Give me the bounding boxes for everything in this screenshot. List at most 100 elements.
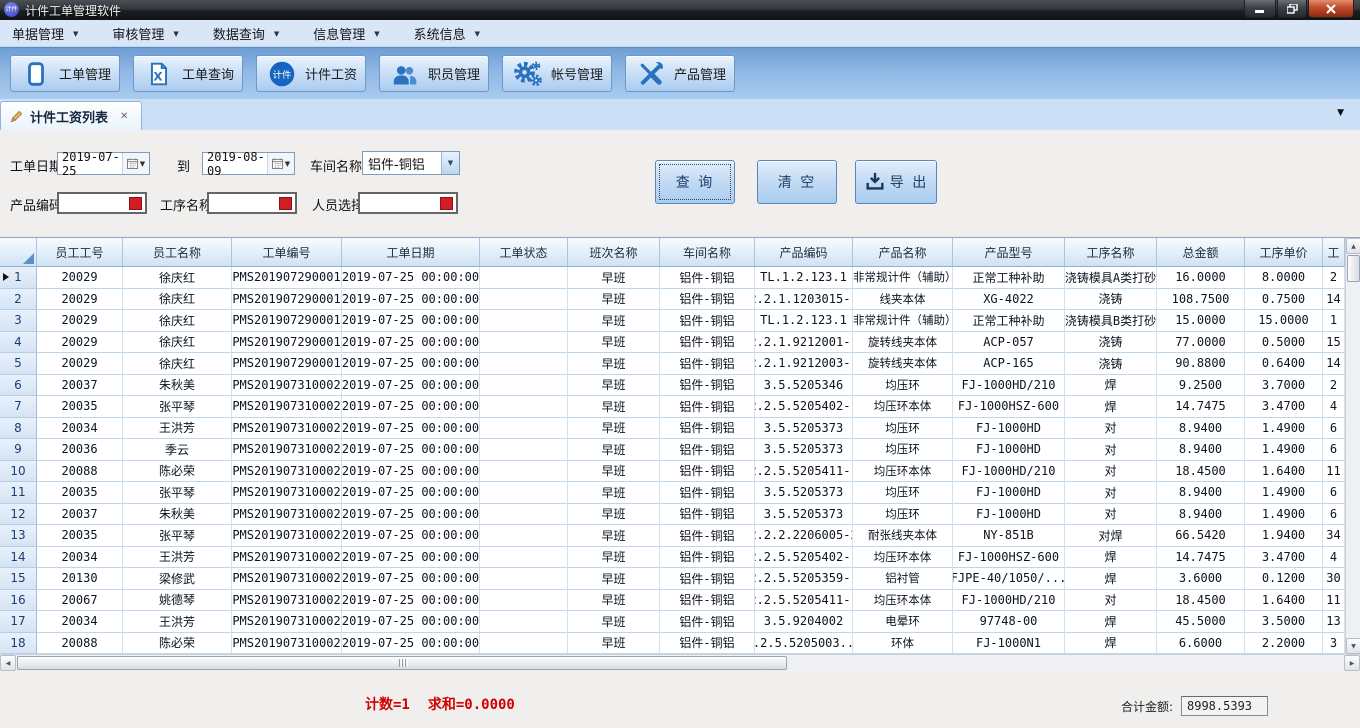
minimize-icon[interactable]	[1244, 0, 1276, 18]
calendar-icon[interactable]: ▼	[122, 153, 149, 174]
tab-piecework-wage-list[interactable]: 计件工资列表 ✕	[0, 101, 142, 130]
table-row[interactable]: 620037朱秋美PMS2019073100022019-07-25 00:00…	[0, 375, 1345, 397]
cell: 早班	[568, 568, 660, 590]
vertical-scrollbar[interactable]: ▲ ▼	[1345, 238, 1360, 654]
column-header-13[interactable]: 工序单价	[1245, 238, 1323, 267]
cell: 梁修武	[123, 568, 232, 590]
cell: 铝件-铜铝	[660, 461, 755, 483]
table-row[interactable]: 820034王洪芳PMS2019073100022019-07-25 00:00…	[0, 418, 1345, 440]
date-from-input[interactable]: 2019-07-25 ▼	[57, 152, 150, 175]
tab-close-icon[interactable]: ✕	[120, 111, 128, 122]
scroll-up-icon[interactable]: ▲	[1346, 238, 1360, 254]
menu-item-4[interactable]: 信息管理▼	[309, 21, 383, 46]
workshop-select[interactable]: 铝件-铜铝 ▼	[362, 151, 460, 175]
menu-item-3[interactable]: 数据查询▼	[209, 21, 283, 46]
table-row[interactable]: 520029徐庆红PMS2019072900012019-07-25 00:00…	[0, 353, 1345, 375]
cell: 11	[1323, 590, 1345, 612]
cell: 对	[1065, 482, 1157, 504]
horizontal-scroll-thumb[interactable]	[17, 656, 787, 670]
table-row[interactable]: 120029徐庆红PMS2019072900012019-07-25 00:00…	[0, 267, 1345, 289]
column-header-11[interactable]: 工序名称	[1065, 238, 1157, 267]
table-row[interactable]: 220029徐庆红PMS2019072900012019-07-25 00:00…	[0, 289, 1345, 311]
lookup-red-button[interactable]	[440, 197, 453, 210]
column-header-8[interactable]: 产品编码	[755, 238, 853, 267]
table-row[interactable]: 720035张平琴PMS2019073100022019-07-25 00:00…	[0, 396, 1345, 418]
table-row[interactable]: 1020088陈必荣PMS2019073100022019-07-25 00:0…	[0, 461, 1345, 483]
toolbar-button-label: 工单管理	[59, 64, 111, 83]
column-header-5[interactable]: 工单状态	[480, 238, 568, 267]
table-row[interactable]: 1820088陈必荣PMS2019073100022019-07-25 00:0…	[0, 633, 1345, 655]
toolbar-button-label: 产品管理	[674, 64, 726, 83]
cell: FJ-1000HD	[953, 504, 1065, 526]
chevron-down-icon[interactable]: ▼	[441, 152, 459, 174]
cell	[480, 396, 568, 418]
table-row[interactable]: 1220037朱秋美PMS2019073100022019-07-25 00:0…	[0, 504, 1345, 526]
scroll-down-icon[interactable]: ▼	[1346, 638, 1360, 654]
column-header-3[interactable]: 工单编号	[232, 238, 342, 267]
table-row[interactable]: 1320035张平琴PMS2019073100022019-07-25 00:0…	[0, 525, 1345, 547]
process-name-input[interactable]	[207, 192, 297, 214]
cell: 早班	[568, 461, 660, 483]
cell: 2019-07-25 00:00:00	[342, 418, 480, 440]
table-row[interactable]: 1520130梁修武PMS2019073100022019-07-25 00:0…	[0, 568, 1345, 590]
table-row[interactable]: 1420034王洪芳PMS2019073100022019-07-25 00:0…	[0, 547, 1345, 569]
column-header-12[interactable]: 总金额	[1157, 238, 1245, 267]
column-header-4[interactable]: 工单日期	[342, 238, 480, 267]
cell: 早班	[568, 504, 660, 526]
toolbar-button-4[interactable]: 职员管理	[379, 55, 489, 92]
cell: 97748-00	[953, 611, 1065, 633]
cell: 2019-07-25 00:00:00	[342, 568, 480, 590]
menu-item-2[interactable]: 审核管理▼	[108, 21, 182, 46]
column-header-selector[interactable]	[0, 238, 37, 267]
cell: FJ-1000HD/210	[953, 461, 1065, 483]
menu-item-1[interactable]: 单据管理▼	[8, 21, 82, 46]
restore-icon[interactable]	[1277, 0, 1307, 18]
total-amount-value: 8998.5393	[1181, 696, 1268, 716]
toolbar-button-1[interactable]: 工单管理	[10, 55, 120, 92]
export-button[interactable]: 导 出	[855, 160, 937, 204]
calendar-icon[interactable]: ▼	[267, 153, 294, 174]
toolbar-button-6[interactable]: 产品管理	[625, 55, 735, 92]
svg-text:X: X	[153, 69, 162, 83]
table-row[interactable]: 920036季云PMS2019073100022019-07-25 00:00:…	[0, 439, 1345, 461]
cell	[480, 633, 568, 655]
tab-list-dropdown-icon[interactable]: ▼	[1337, 108, 1344, 118]
menu-item-5[interactable]: 系统信息▼	[410, 21, 484, 46]
row-number: 15	[0, 568, 37, 590]
column-header-7[interactable]: 车间名称	[660, 238, 755, 267]
scroll-left-icon[interactable]: ◀	[0, 655, 16, 671]
date-to-input[interactable]: 2019-08-09 ▼	[202, 152, 295, 175]
table-row[interactable]: 1620067姚德琴PMS2019073100022019-07-25 00:0…	[0, 590, 1345, 612]
menu-item-label: 信息管理	[313, 24, 365, 43]
staff-people-icon	[390, 60, 420, 88]
table-row[interactable]: 1720034王洪芳PMS2019073100022019-07-25 00:0…	[0, 611, 1345, 633]
product-code-input[interactable]	[57, 192, 147, 214]
close-icon[interactable]	[1308, 0, 1354, 18]
vertical-scroll-thumb[interactable]	[1347, 255, 1360, 282]
horizontal-scrollbar[interactable]: ◀ ▶	[0, 654, 1360, 671]
column-header-9[interactable]: 产品名称	[853, 238, 953, 267]
scroll-right-icon[interactable]: ▶	[1344, 655, 1360, 671]
column-header-14[interactable]: 工	[1323, 238, 1345, 267]
toolbar-button-3[interactable]: 计件计件工资	[256, 55, 366, 92]
table-row[interactable]: 420029徐庆红PMS2019072900012019-07-25 00:00…	[0, 332, 1345, 354]
query-button[interactable]: 查 询	[655, 160, 735, 204]
table-row[interactable]: 1120035张平琴PMS2019073100022019-07-25 00:0…	[0, 482, 1345, 504]
column-header-6[interactable]: 班次名称	[568, 238, 660, 267]
cell: 早班	[568, 310, 660, 332]
clear-button[interactable]: 清 空	[757, 160, 837, 204]
row-number: 10	[0, 461, 37, 483]
cell: 对	[1065, 590, 1157, 612]
toolbar-button-2[interactable]: X工单查询	[133, 55, 243, 92]
toolbar-button-5[interactable]: 帐号管理	[502, 55, 612, 92]
column-header-2[interactable]: 员工名称	[123, 238, 232, 267]
lookup-red-button[interactable]	[129, 197, 142, 210]
column-header-1[interactable]: 员工工号	[37, 238, 123, 267]
person-select-input[interactable]	[358, 192, 458, 214]
table-row[interactable]: 320029徐庆红PMS2019072900012019-07-25 00:00…	[0, 310, 1345, 332]
cell: PMS201907310002	[232, 633, 342, 655]
lookup-red-button[interactable]	[279, 197, 292, 210]
cell: PMS201907290001	[232, 289, 342, 311]
column-header-10[interactable]: 产品型号	[953, 238, 1065, 267]
cell	[480, 439, 568, 461]
